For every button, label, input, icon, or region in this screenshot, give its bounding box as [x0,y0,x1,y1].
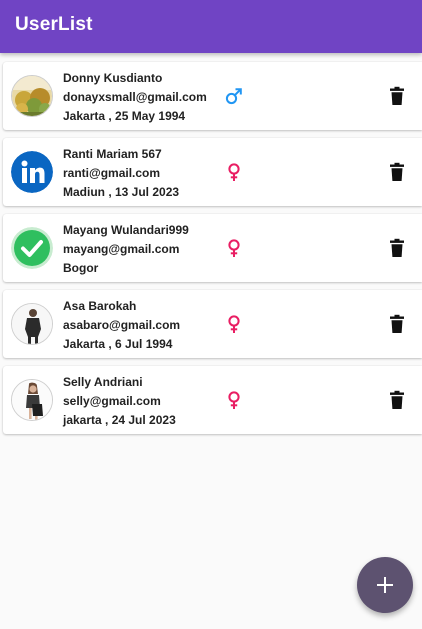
delete-icon[interactable] [387,314,407,334]
avatar [11,303,53,345]
male-symbol-icon [225,88,242,105]
delete-icon[interactable] [387,162,407,182]
user-location-date: Bogor [63,261,99,275]
avatar [11,75,53,117]
delete-icon[interactable] [387,390,407,410]
female-symbol-icon [228,391,240,409]
person-photo-icon [12,304,52,344]
linkedin-logo-icon [11,151,53,193]
user-email: selly@gmail.com [63,394,161,408]
user-location-date: Madiun , 13 Jul 2023 [63,185,180,199]
user-card[interactable]: Asa Barokah asabaro@gmail.com Jakarta , … [3,290,422,358]
user-email: ranti@gmail.com [63,166,161,180]
person-photo-icon [12,380,52,420]
user-card[interactable]: Mayang Wulandari999 mayang@gmail.com Bog… [3,214,422,282]
user-card[interactable]: Selly Andriani selly@gmail.com jakarta ,… [3,366,422,434]
delete-icon[interactable] [387,86,407,106]
user-card[interactable]: Ranti Mariam 567 ranti@gmail.com Madiun … [3,138,422,206]
user-email: asabaro@gmail.com [63,318,181,332]
app-bar: UserList [0,0,422,53]
user-location-date: Jakarta , 6 Jul 1994 [63,337,173,351]
avatar [11,151,53,193]
user-email: donayxsmall@gmail.com [63,90,207,104]
green-check-icon [11,227,53,269]
female-symbol-icon [228,163,240,181]
add-user-button[interactable] [357,557,413,613]
user-email: mayang@gmail.com [63,242,180,256]
user-name: Mayang Wulandari999 [63,223,189,237]
user-location-date: Jakarta , 25 May 1994 [63,109,186,123]
female-symbol-icon [228,315,240,333]
user-name: Asa Barokah [63,299,137,313]
avatar [11,227,53,269]
user-name: Donny Kusdianto [63,71,163,85]
user-name: Selly Andriani [63,375,143,389]
user-name: Ranti Mariam 567 [63,147,162,161]
user-location-date: jakarta , 24 Jul 2023 [63,413,176,427]
female-symbol-icon [228,239,240,257]
user-card[interactable]: Donny Kusdianto donayxsmall@gmail.com Ja… [3,62,422,130]
plus-icon [377,577,393,593]
delete-icon[interactable] [387,238,407,258]
photo-icon [12,76,52,116]
app-title: UserList [15,14,93,35]
avatar [11,379,53,421]
